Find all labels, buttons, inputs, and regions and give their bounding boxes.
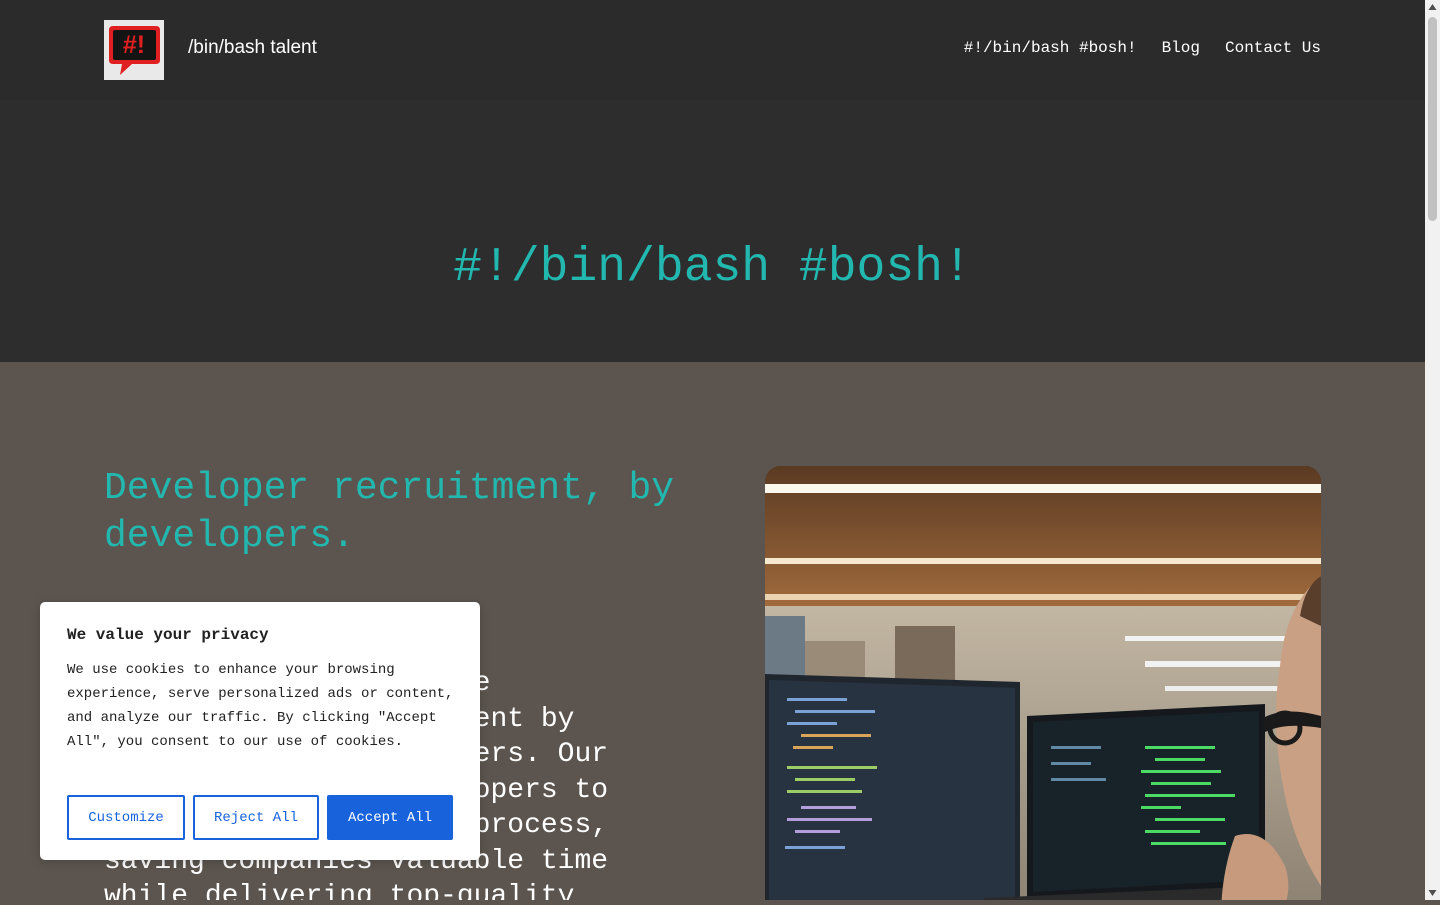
- cookie-description: We use cookies to enhance your browsing …: [67, 662, 454, 750]
- nav-link-blog[interactable]: Blog: [1162, 38, 1200, 58]
- logo-icon: #!: [109, 26, 160, 75]
- main-nav: #!/bin/bash #bosh! Blog Contact Us: [964, 38, 1321, 58]
- cookie-title: We value your privacy: [67, 626, 269, 644]
- cookie-consent-banner: We value your privacy We use cookies to …: [40, 602, 480, 860]
- scroll-up-arrow-icon[interactable]: [1425, 0, 1440, 15]
- developer-at-monitors-image: [765, 466, 1321, 900]
- office-photo: [765, 466, 1321, 900]
- reject-all-button[interactable]: Reject All: [193, 795, 319, 840]
- site-logo[interactable]: #!: [104, 20, 164, 80]
- scrollbar-thumb[interactable]: [1428, 17, 1437, 221]
- vertical-scrollbar[interactable]: [1425, 0, 1440, 900]
- site-header: #! /bin/bash talent #!/bin/bash #bosh! B…: [0, 0, 1425, 100]
- customize-button[interactable]: Customize: [67, 795, 185, 840]
- accept-all-button[interactable]: Accept All: [327, 795, 453, 840]
- nav-link-home[interactable]: #!/bin/bash #bosh!: [964, 38, 1137, 58]
- scroll-down-arrow-icon[interactable]: [1425, 885, 1440, 900]
- site-title[interactable]: /bin/bash talent: [188, 36, 317, 60]
- nav-link-contact[interactable]: Contact Us: [1225, 38, 1321, 58]
- intro-headline: Developer recruitment, by developers.: [104, 467, 675, 558]
- hero-section: #!/bin/bash #bosh!: [0, 100, 1425, 362]
- hero-title: #!/bin/bash #bosh!: [453, 241, 972, 295]
- logo-text: #!: [123, 31, 145, 59]
